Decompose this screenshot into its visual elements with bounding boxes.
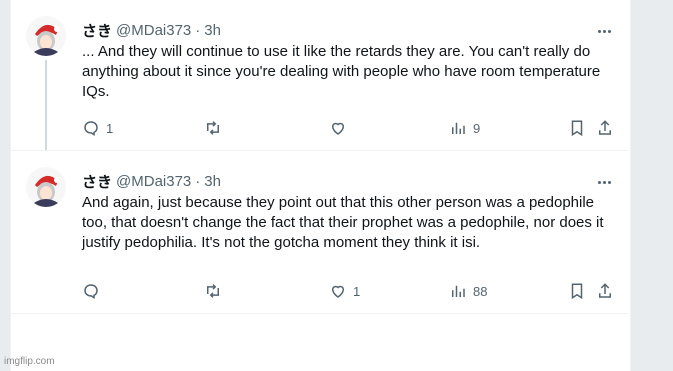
share-icon	[599, 283, 611, 298]
display-name[interactable]: さき	[82, 171, 112, 192]
reply-icon	[84, 284, 98, 299]
views-icon	[452, 122, 465, 134]
views-button[interactable]: 9	[449, 118, 480, 138]
bookmark-icon	[571, 120, 583, 137]
right-background	[631, 0, 673, 371]
like-button[interactable]: 1	[329, 281, 360, 301]
heart-icon	[331, 122, 345, 135]
avatar[interactable]	[26, 167, 66, 207]
separator: ·	[195, 21, 201, 39]
timestamp[interactable]: 3h	[204, 173, 221, 190]
left-background	[0, 0, 10, 371]
view-count: 9	[473, 120, 481, 136]
bookmark-icon	[571, 283, 583, 300]
view-count: 88	[473, 283, 488, 299]
more-icon	[597, 180, 601, 184]
more-icon	[597, 29, 601, 33]
reply-count: 1	[106, 120, 114, 136]
retweet-button[interactable]	[204, 118, 228, 138]
like-count: 1	[353, 283, 361, 299]
tweet-header: さき @MDai373 · 3h	[82, 20, 221, 40]
display-name[interactable]: さき	[82, 20, 112, 41]
views-icon	[452, 285, 465, 297]
retweet-icon	[207, 284, 219, 298]
share-button[interactable]	[596, 281, 614, 301]
tweet-text: ... And they will continue to use it lik…	[82, 43, 605, 100]
reply-button[interactable]	[82, 281, 106, 301]
tweet[interactable]: さき @MDai373 · 3h And again, just because…	[10, 151, 629, 314]
reply-icon	[84, 121, 98, 136]
heart-icon	[331, 285, 345, 298]
handle[interactable]: @MDai373	[116, 22, 191, 39]
separator: ·	[195, 172, 201, 190]
views-button[interactable]: 88	[449, 281, 487, 301]
more-button[interactable]	[595, 22, 613, 40]
retweet-icon	[207, 121, 219, 135]
timestamp[interactable]: 3h	[204, 22, 221, 39]
tweet-header: さき @MDai373 · 3h	[82, 171, 221, 191]
share-icon	[599, 120, 611, 135]
like-button[interactable]	[329, 118, 353, 138]
thread-connector	[45, 60, 47, 150]
share-button[interactable]	[596, 118, 614, 138]
retweet-button[interactable]	[204, 281, 228, 301]
bookmark-button[interactable]	[568, 118, 586, 138]
tweet[interactable]: さき @MDai373 · 3h ... And they will conti…	[10, 0, 629, 151]
more-button[interactable]	[595, 173, 613, 191]
reply-button[interactable]: 1	[82, 118, 113, 138]
watermark: imgflip.com	[4, 356, 55, 367]
action-bar: 1 88	[82, 281, 617, 301]
handle[interactable]: @MDai373	[116, 173, 191, 190]
avatar[interactable]	[26, 16, 66, 56]
action-bar: 1 9	[82, 118, 617, 138]
bookmark-button[interactable]	[568, 281, 586, 301]
tweet-text: And again, just because they point out t…	[82, 194, 608, 251]
